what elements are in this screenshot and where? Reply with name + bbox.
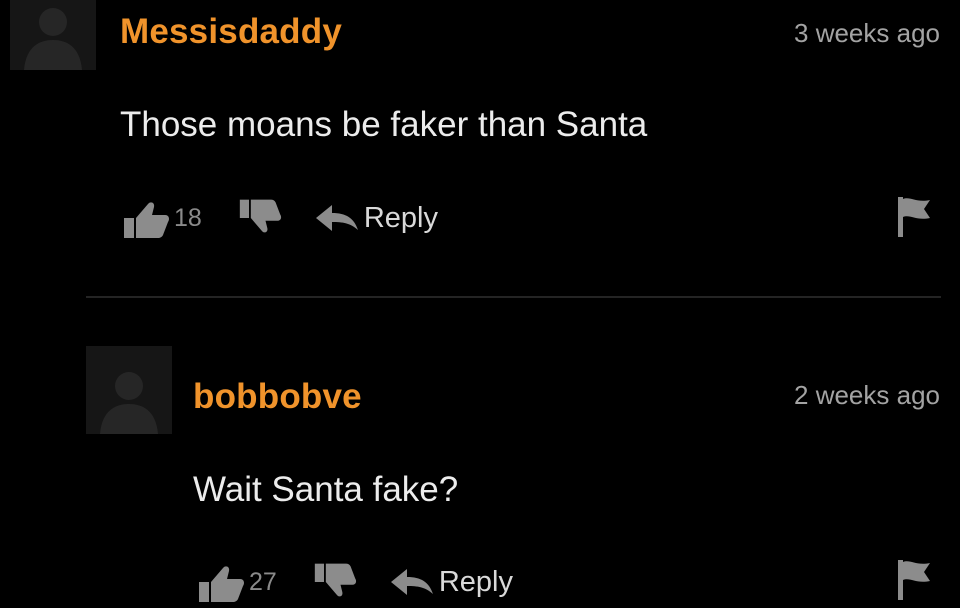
thumbs-down-icon (238, 199, 282, 237)
comment-actions: 27 Reply (197, 560, 513, 604)
like-button[interactable]: 27 (197, 562, 277, 602)
like-button[interactable]: 18 (122, 198, 202, 238)
comment-text: Wait Santa fake? (193, 470, 459, 509)
comment-username[interactable]: bobbobve (193, 377, 362, 417)
avatar[interactable] (86, 346, 172, 434)
thumbs-up-icon (197, 562, 245, 602)
comment-divider (86, 296, 941, 298)
comment-timestamp: 2 weeks ago (794, 380, 940, 410)
dislike-button[interactable] (313, 563, 357, 601)
avatar[interactable] (10, 0, 96, 70)
reply-button[interactable]: Reply (390, 565, 513, 599)
comment-bobbobve: bobbobve 2 weeks ago Wait Santa fake? 27 (0, 330, 960, 608)
dislike-button[interactable] (238, 199, 282, 237)
thumbs-down-icon (313, 563, 357, 601)
reply-arrow-icon (390, 568, 433, 596)
reply-arrow-icon (315, 204, 358, 232)
flag-icon (898, 197, 930, 237)
comment-username[interactable]: Messisdaddy (120, 12, 342, 52)
like-count: 27 (249, 567, 277, 596)
flag-icon (898, 560, 930, 600)
comment-text: Those moans be faker than Santa (120, 105, 648, 144)
user-silhouette-icon (86, 346, 172, 434)
flag-button[interactable] (898, 197, 930, 237)
like-count: 18 (174, 203, 202, 232)
user-silhouette-icon (10, 0, 96, 70)
reply-button[interactable]: Reply (315, 201, 438, 235)
reply-label: Reply (438, 565, 513, 598)
comment-actions: 18 Reply (122, 196, 438, 240)
comment-timestamp: 3 weeks ago (794, 18, 940, 48)
reply-label: Reply (363, 201, 438, 234)
thumbs-up-icon (122, 198, 170, 238)
flag-button[interactable] (898, 560, 930, 600)
comment-messisdaddy: Messisdaddy 3 weeks ago Those moans be f… (0, 0, 960, 290)
